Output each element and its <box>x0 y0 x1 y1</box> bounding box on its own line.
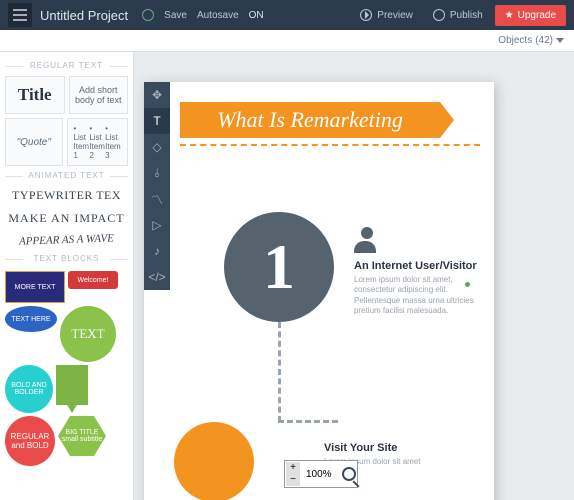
zoom-control: + − 100% <box>284 460 358 488</box>
toolstrip: ✥ T ◇ ⫰ 〽 ▷ ♪ </> <box>144 82 170 290</box>
star-icon: ★ <box>505 10 514 21</box>
tile-body-text[interactable]: Add short body of text <box>69 76 129 114</box>
connector-corner <box>278 420 338 423</box>
tool-shapes[interactable]: ◇ <box>144 134 170 160</box>
autosave-state[interactable]: ON <box>249 10 264 21</box>
tool-code[interactable]: </> <box>144 264 170 290</box>
step-1-text[interactable]: An Internet User/Visitor Lorem ipsum dol… <box>354 260 484 317</box>
menu-button[interactable] <box>8 3 32 27</box>
save-button[interactable]: Save <box>164 10 187 21</box>
tile-quote[interactable]: "Quote" <box>5 118 63 166</box>
zoom-out-button[interactable]: − <box>286 474 300 486</box>
person-icon <box>354 227 380 253</box>
tile-list[interactable]: • List Item 1 • List Item 2 • List Item … <box>67 118 129 166</box>
tool-audio[interactable]: ♪ <box>144 238 170 264</box>
selection-handle[interactable] <box>465 282 470 287</box>
publish-icon <box>433 9 445 21</box>
save-icon <box>142 9 154 21</box>
anim-typewriter[interactable]: TYPEWRITER TEX <box>5 188 128 203</box>
section-text-blocks: TEXT BLOCKS <box>5 254 128 263</box>
block-welcome[interactable]: Welcome! <box>68 271 118 289</box>
tile-title[interactable]: Title <box>5 76 65 114</box>
play-circle-icon <box>360 9 372 21</box>
autosave-label: Autosave <box>197 10 239 21</box>
block-bold[interactable]: BOLD AND BOLDER <box>5 365 53 413</box>
project-title[interactable]: Untitled Project <box>40 8 128 23</box>
step-2-circle[interactable] <box>174 422 254 500</box>
block-big-title[interactable]: BIG TITLE small subtitle <box>58 416 106 456</box>
magnifier-icon <box>342 467 356 481</box>
dotted-divider <box>180 144 480 146</box>
sidebar: REGULAR TEXT Title Add short body of tex… <box>0 52 134 500</box>
block-text[interactable]: TEXT <box>60 306 116 362</box>
block-text-here[interactable]: TEXT HERE <box>5 306 57 332</box>
canvas-area[interactable]: ✥ T ◇ ⫰ 〽 ▷ ♪ </> What Is Remarketing 1 … <box>134 52 574 500</box>
block-more-text[interactable]: MORE TEXT <box>5 271 65 303</box>
upgrade-button[interactable]: ★ Upgrade <box>495 5 566 26</box>
anim-wave[interactable]: APPEAR AS A WAVE <box>5 232 128 248</box>
tool-chart[interactable]: ⫰ <box>144 160 170 186</box>
tool-text[interactable]: T <box>144 108 170 134</box>
section-regular-text: REGULAR TEXT <box>5 61 128 70</box>
tool-move[interactable]: ✥ <box>144 82 170 108</box>
chevron-down-icon <box>556 38 564 43</box>
ribbon-text: What Is Remarketing <box>217 107 403 133</box>
tool-stats[interactable]: 〽 <box>144 186 170 212</box>
publish-button[interactable]: Publish <box>425 9 491 21</box>
zoom-level: 100% <box>302 469 336 480</box>
canvas[interactable]: ✥ T ◇ ⫰ 〽 ▷ ♪ </> What Is Remarketing 1 … <box>144 82 494 500</box>
section-animated-text: ANIMATED TEXT <box>5 171 128 180</box>
ribbon-banner[interactable]: What Is Remarketing <box>180 102 440 138</box>
block-pin[interactable] <box>56 365 88 405</box>
block-regular-bold[interactable]: REGULAR and BOLD <box>5 416 55 466</box>
zoom-in-button[interactable]: + <box>286 462 300 474</box>
step-1-circle[interactable]: 1 <box>224 212 334 322</box>
objects-dropdown[interactable]: Objects (42) <box>498 35 564 46</box>
anim-impact[interactable]: MAKE AN IMPACT <box>5 211 128 226</box>
connector-line <box>278 322 281 422</box>
preview-button[interactable]: Preview <box>352 9 421 21</box>
tool-media[interactable]: ▷ <box>144 212 170 238</box>
